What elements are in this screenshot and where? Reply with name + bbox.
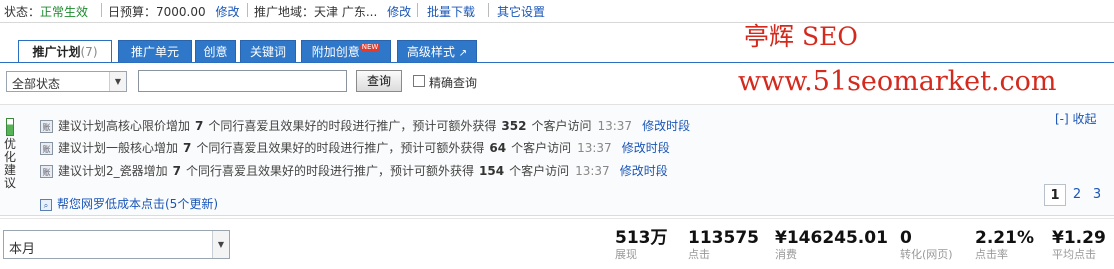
suggestion-row: 账建议计划高核心限价增加 7 个同行喜爱且效果好的时段进行推广，预计可额外获得 352… xyxy=(40,117,690,135)
search-input[interactable] xyxy=(138,70,347,92)
status-info: 状态：正常生效 xyxy=(4,3,88,20)
metric-value: 2.21% xyxy=(975,228,1034,248)
region-edit-link[interactable]: 修改 xyxy=(387,5,411,19)
metric-impressions: 513万 展现 xyxy=(615,228,668,261)
optimization-side-tab[interactable]: 优化建议 xyxy=(0,112,22,190)
suggestion-tail: 个客户访问 xyxy=(509,164,570,178)
suggestion-time: 13:37 xyxy=(577,141,612,155)
account-icon: 账 xyxy=(40,142,53,155)
status-label: 状态： xyxy=(4,5,41,19)
metric-clicks: 113575 点击 xyxy=(688,228,759,261)
tab-creative[interactable]: 创意 xyxy=(195,40,236,62)
metric-label: 点击 xyxy=(688,248,710,261)
metric-label: 展现 xyxy=(615,248,637,261)
tab-campaign[interactable]: 推广计划(7) xyxy=(18,40,112,63)
account-icon: 账 xyxy=(40,120,53,133)
suggestion-tail: 个客户访问 xyxy=(511,141,572,155)
suggestion-time: 13:37 xyxy=(597,119,633,133)
divider xyxy=(417,3,418,17)
metric-cost: ¥146245.01 消费 xyxy=(775,228,888,261)
low-cost-clicks-label: 帮您网罗低成本点击(5个更新) xyxy=(57,197,218,211)
period-select[interactable]: 本月 ▼ xyxy=(3,230,230,259)
metric-avg-cpc: ¥1.29 平均点击 xyxy=(1052,228,1106,261)
budget-edit-link[interactable]: 修改 xyxy=(215,5,239,19)
suggestion-text: 个同行喜爱且效果好的时段进行推广，预计可额外获得 xyxy=(186,164,475,178)
modify-timeslot-link[interactable]: 修改时段 xyxy=(620,164,668,178)
metric-label: 点击率 xyxy=(975,248,1008,261)
chevron-down-icon: ▼ xyxy=(212,231,229,258)
suggestion-count: 7 xyxy=(183,141,192,155)
suggestion-text: 个同行喜爱且效果好的时段进行推广，预计可额外获得 xyxy=(208,119,497,133)
watermark-url: www.51seomarket.com xyxy=(738,66,1057,97)
suggestion-tail: 个客户访问 xyxy=(531,119,592,133)
divider xyxy=(0,218,1114,219)
new-badge: NEW xyxy=(359,43,381,52)
suggestion-count: 7 xyxy=(172,164,181,178)
batch-download-link[interactable]: 批量下载 xyxy=(427,3,475,20)
exact-search-label: 精确查询 xyxy=(429,76,478,90)
tab-underline xyxy=(0,62,1114,63)
tab-campaign-count: (7) xyxy=(80,45,98,59)
metric-label: 转化(网页) xyxy=(900,248,953,261)
suggestion-row: 账建议计划2_瓷器增加 7 个同行喜爱且效果好的时段进行推广，预计可额外获得 154 个… xyxy=(40,162,668,180)
battery-icon xyxy=(6,118,14,136)
suggestion-time: 13:37 xyxy=(575,164,610,178)
metric-conversions: 0 转化(网页) xyxy=(900,228,953,261)
modify-timeslot-link[interactable]: 修改时段 xyxy=(642,119,690,133)
external-link-icon: ↗ xyxy=(458,48,468,59)
metric-value: ¥146245.01 xyxy=(775,228,888,248)
suggestion-plan: 建议计划一般核心增加 xyxy=(58,141,179,155)
suggestion-text: 个同行喜爱且效果好的时段进行推广，预计可额外获得 xyxy=(196,141,485,155)
other-settings-link[interactable]: 其它设置 xyxy=(497,3,545,20)
status-bar: 状态：正常生效 日预算：7000.00 修改 推广地域：天津 广东... 修改 … xyxy=(0,0,1114,23)
budget-label: 日预算： xyxy=(108,5,157,19)
modify-timeslot-link[interactable]: 修改时段 xyxy=(622,141,670,155)
region-value: 天津 广东... xyxy=(314,5,378,19)
tab-keyword[interactable]: 关键词 xyxy=(240,40,296,62)
tab-advanced-style-label: 高级样式 xyxy=(406,45,455,59)
tab-extra-creative-label: 附加创意 xyxy=(311,45,360,59)
collapse-link[interactable]: [-] 收起 xyxy=(1055,110,1097,127)
suggestion-plan: 建议计划2_瓷器增加 xyxy=(58,164,168,178)
metric-value: 0 xyxy=(900,228,912,248)
metric-value: ¥1.29 xyxy=(1052,228,1106,248)
suggestion-visits: 64 xyxy=(489,141,507,155)
period-value: 本月 xyxy=(9,242,36,257)
status-value: 正常生效 xyxy=(40,5,89,19)
status-filter-select[interactable]: 全部状态 ▼ xyxy=(6,71,127,92)
tab-advanced-style[interactable]: 高级样式 ↗ xyxy=(397,40,477,62)
metric-label: 消费 xyxy=(775,248,797,261)
metric-ctr: 2.21% 点击率 xyxy=(975,228,1034,261)
suggestion-visits: 352 xyxy=(501,119,527,133)
status-filter-value: 全部状态 xyxy=(12,77,61,91)
account-icon: 账 xyxy=(40,165,53,178)
suggestion-row: 账建议计划一般核心增加 7 个同行喜爱且效果好的时段进行推广，预计可额外获得 64 个客… xyxy=(40,139,670,157)
suggestion-plan: 建议计划高核心限价增加 xyxy=(58,119,191,133)
suggestion-count: 7 xyxy=(195,119,204,133)
divider xyxy=(488,3,489,17)
chevron-down-icon: ▼ xyxy=(109,72,126,91)
budget-value: 7000.00 xyxy=(156,5,206,19)
region-info: 推广地域：天津 广东... 修改 xyxy=(254,3,411,20)
search-button[interactable]: 查询 xyxy=(356,70,402,92)
divider xyxy=(247,3,248,17)
metric-value: 513万 xyxy=(615,228,668,248)
metric-label: 平均点击 xyxy=(1052,248,1096,261)
page-3[interactable]: 3 xyxy=(1090,184,1104,206)
suggestion-visits: 154 xyxy=(479,164,505,178)
tab-extra-creative[interactable]: 附加创意 NEW xyxy=(301,40,391,62)
budget-info: 日预算：7000.00 修改 xyxy=(108,3,239,20)
tab-ad-group[interactable]: 推广单元 xyxy=(118,40,192,62)
page-1[interactable]: 1 xyxy=(1044,184,1066,206)
tab-bar: 推广计划(7) 推广单元 创意 关键词 附加创意 NEW 高级样式 ↗ xyxy=(0,40,1114,63)
metric-value: 113575 xyxy=(688,228,759,248)
optimization-side-label: 优化建议 xyxy=(4,137,17,190)
region-label: 推广地域： xyxy=(254,5,315,19)
page-2[interactable]: 2 xyxy=(1070,184,1084,206)
exact-search-checkbox[interactable] xyxy=(413,75,425,87)
search-icon: ⌕ xyxy=(40,198,52,211)
divider xyxy=(101,3,102,17)
tab-campaign-label: 推广计划 xyxy=(32,45,81,59)
low-cost-clicks-link[interactable]: ⌕ 帮您网罗低成本点击(5个更新) xyxy=(40,195,218,212)
